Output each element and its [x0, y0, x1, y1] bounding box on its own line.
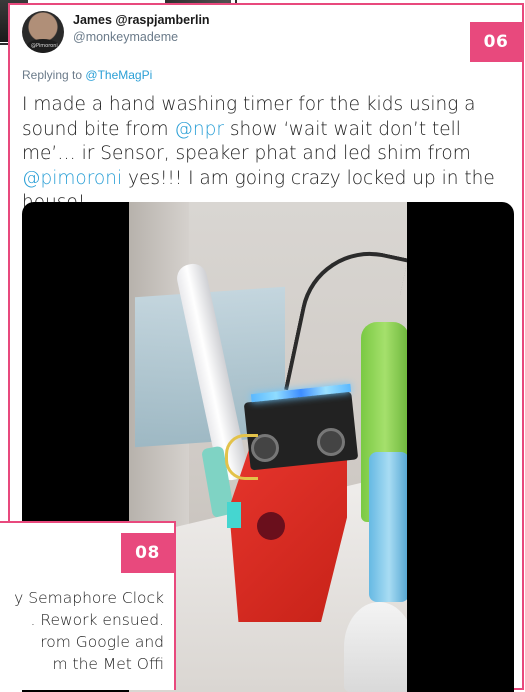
- scene-jar: [344, 602, 407, 692]
- number-badge: 06: [470, 22, 522, 62]
- scene-blue-bottle: [369, 452, 407, 602]
- author-handle[interactable]: @monkeymademe: [73, 30, 178, 44]
- scene-cyan-part: [227, 502, 241, 528]
- scene-speaker-right: [317, 428, 345, 456]
- replying-to-link[interactable]: @TheMagPi: [85, 68, 152, 82]
- scene-button: [257, 512, 285, 540]
- second-card-line: y Semaphore Clock: [14, 589, 164, 607]
- avatar-shirt-text: @Pimoroni: [31, 43, 58, 49]
- author-name[interactable]: James @raspjamberlin: [73, 13, 210, 27]
- scene-wires: [225, 434, 258, 480]
- number-badge-2: 08: [121, 533, 174, 573]
- second-card: 08 y Semaphore Clock . Rework ensued. ro…: [0, 521, 176, 690]
- avatar[interactable]: @Pimoroni: [22, 11, 64, 53]
- second-card-text: y Semaphore Clock . Rework ensued. rom G…: [0, 587, 164, 675]
- second-card-line: m the Met Offi: [52, 655, 165, 673]
- second-card-line: rom Google and: [40, 633, 164, 651]
- tweet-text: I made a hand washing timer for the kids…: [22, 93, 517, 216]
- replying-prefix: Replying to: [22, 68, 83, 82]
- mention-pimoroni[interactable]: @pimoroni: [22, 168, 122, 189]
- replying-to: Replying to @TheMagPi: [22, 68, 152, 82]
- second-card-line: . Rework ensued.: [30, 611, 164, 629]
- mention-npr[interactable]: @npr: [174, 119, 224, 140]
